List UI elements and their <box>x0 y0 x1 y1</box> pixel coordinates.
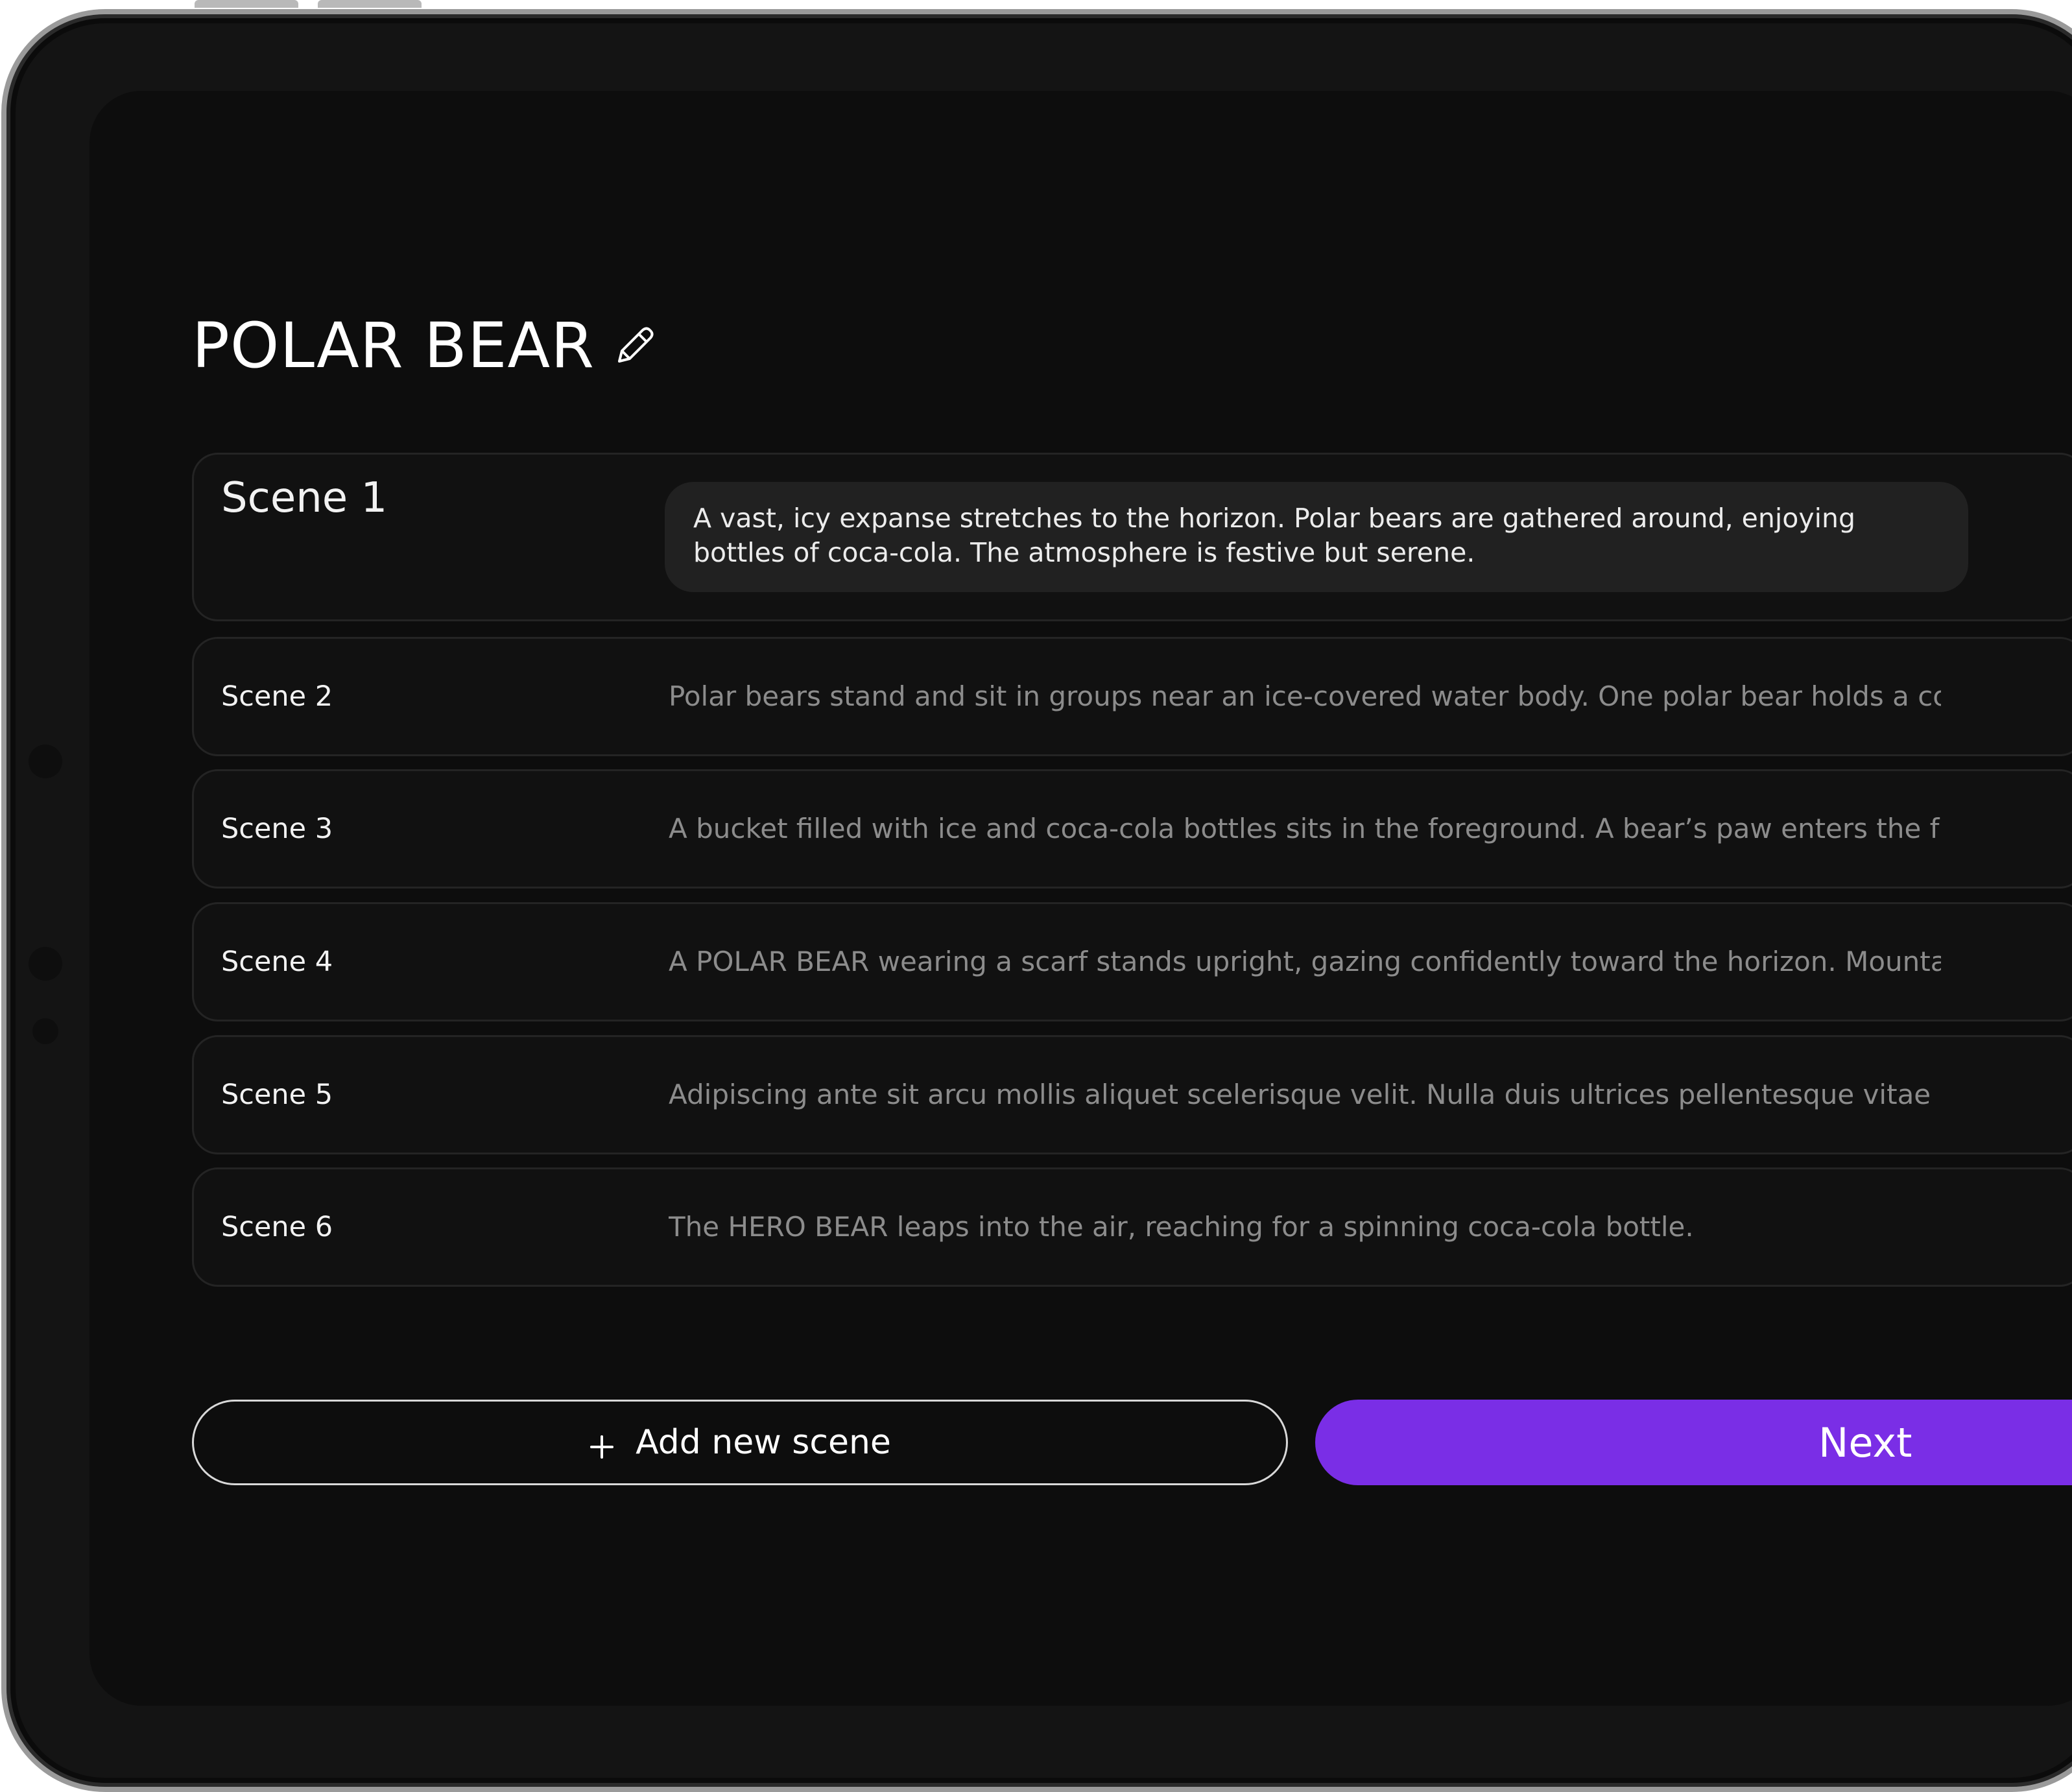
sensor-dot <box>29 947 62 981</box>
next-button-label: Next <box>1818 1418 1912 1466</box>
scene-card-4[interactable]: Scene 4 A POLAR BEAR wearing a scarf sta… <box>192 902 2072 1021</box>
sensor-dot <box>29 745 62 778</box>
scene-card-6[interactable]: Scene 6 The HERO BEAR leaps into the air… <box>192 1167 2072 1287</box>
scene-card-3[interactable]: Scene 3 A bucket filled with ice and coc… <box>192 769 2072 889</box>
title-row: POLAR BEAR <box>192 309 657 382</box>
scene-description: Polar bears stand and sit in groups near… <box>669 680 1941 712</box>
page-title: POLAR BEAR <box>192 309 595 382</box>
scene-description: The HERO BEAR leaps into the air, reachi… <box>669 1211 1694 1243</box>
next-button[interactable]: Next <box>1315 1400 2072 1485</box>
power-button <box>318 0 422 8</box>
scene-label: Scene 5 <box>221 1079 333 1111</box>
pencil-icon[interactable] <box>613 324 657 368</box>
scene-description: A POLAR BEAR wearing a scarf stands upri… <box>669 946 1941 977</box>
add-scene-button[interactable]: Add new scene <box>192 1400 1288 1485</box>
scene-card-1[interactable]: Scene 1 A vast, icy expanse stretches to… <box>192 453 2072 621</box>
scene-label: Scene 1 <box>221 474 388 522</box>
scene-card-5[interactable]: Scene 5 Adipiscing ante sit arcu mollis … <box>192 1035 2072 1154</box>
scene-label: Scene 3 <box>221 813 333 845</box>
scene-description-editor[interactable]: A vast, icy expanse stretches to the hor… <box>665 482 1968 592</box>
scene-label: Scene 2 <box>221 680 333 713</box>
plus-icon <box>589 1429 615 1459</box>
volume-button <box>195 0 298 8</box>
add-scene-label: Add new scene <box>636 1423 891 1462</box>
scene-label: Scene 6 <box>221 1211 333 1243</box>
scene-description: A bucket filled with ice and coca-cola b… <box>669 813 1941 844</box>
scene-label: Scene 4 <box>221 946 333 978</box>
scene-card-2[interactable]: Scene 2 Polar bears stand and sit in gro… <box>192 637 2072 756</box>
sensor-dot <box>32 1018 58 1044</box>
scene-description: Adipiscing ante sit arcu mollis aliquet … <box>669 1079 1941 1110</box>
